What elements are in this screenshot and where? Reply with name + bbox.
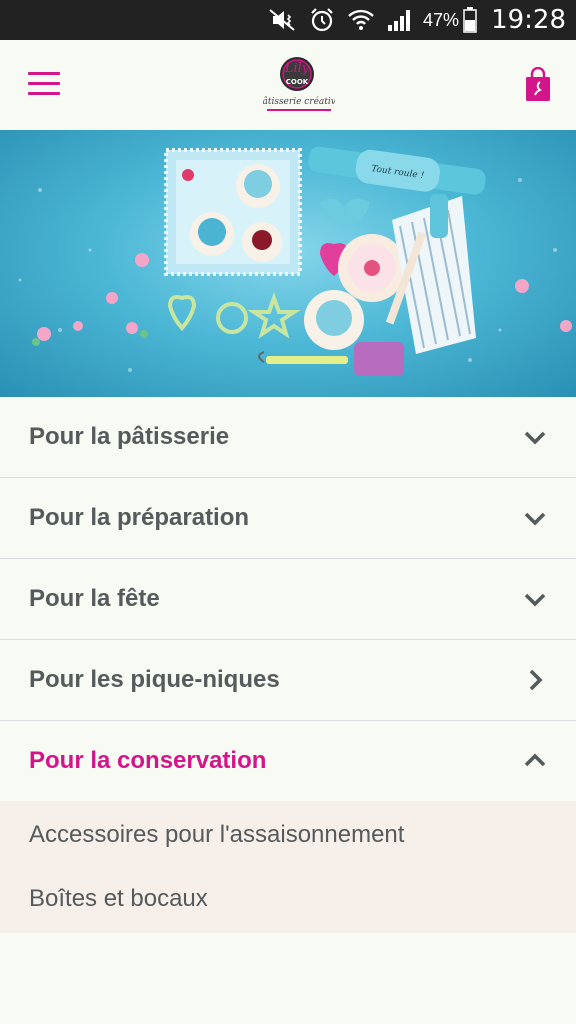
chevron-right-icon [529,669,543,691]
submenu-item-label: Accessoires pour l'assaisonnement [29,821,405,848]
signal-icon [387,8,413,32]
app-header: Lily COOK Pâtisserie créative [0,40,576,130]
category-menu: Pour la pâtisserie Pour la préparation P… [0,397,576,933]
menu-item-pique-niques[interactable]: Pour les pique-niques [0,640,576,721]
svg-text:COOK: COOK [286,78,309,86]
menu-item-label: Pour la préparation [29,504,250,531]
svg-text:Pâtisserie créative: Pâtisserie créative [263,96,335,107]
chevron-up-icon [524,753,546,767]
menu-item-conservation[interactable]: Pour la conservation [0,721,576,801]
battery-percent: 47% [423,9,460,30]
chevron-down-icon [524,512,546,526]
wifi-icon [347,7,375,33]
menu-item-label: Pour la pâtisserie [29,423,230,450]
svg-text:Lily: Lily [284,61,310,76]
battery-icon [463,7,477,33]
shopping-bag-icon[interactable] [524,66,552,103]
menu-item-label: Pour la fête [29,585,160,612]
alarm-icon [309,7,335,33]
menu-item-patisserie[interactable]: Pour la pâtisserie [0,397,576,478]
lilycook-logo[interactable]: Lily COOK Pâtisserie créative [256,54,341,118]
mute-vibrate-icon [267,8,297,32]
chevron-down-icon [524,593,546,607]
hero-banner-image: Tout roule ! [0,130,576,397]
submenu-item-assaisonnement[interactable]: Accessoires pour l'assaisonnement [0,803,576,867]
hamburger-menu-icon[interactable] [28,72,60,96]
status-bar: 47% 19:28 [0,0,576,40]
submenu-item-label: Boîtes et bocaux [29,885,208,912]
menu-item-preparation[interactable]: Pour la préparation [0,478,576,559]
menu-item-label: Pour la conservation [29,747,267,774]
chevron-down-icon [524,431,546,445]
menu-item-fete[interactable]: Pour la fête [0,559,576,640]
submenu-item-boites-bocaux[interactable]: Boîtes et bocaux [0,867,576,931]
submenu-conservation: Accessoires pour l'assaisonnement Boîtes… [0,801,576,933]
menu-item-label: Pour les pique-niques [29,666,280,693]
status-icons: 47% 19:28 [255,0,566,40]
clock: 19:28 [491,5,566,35]
